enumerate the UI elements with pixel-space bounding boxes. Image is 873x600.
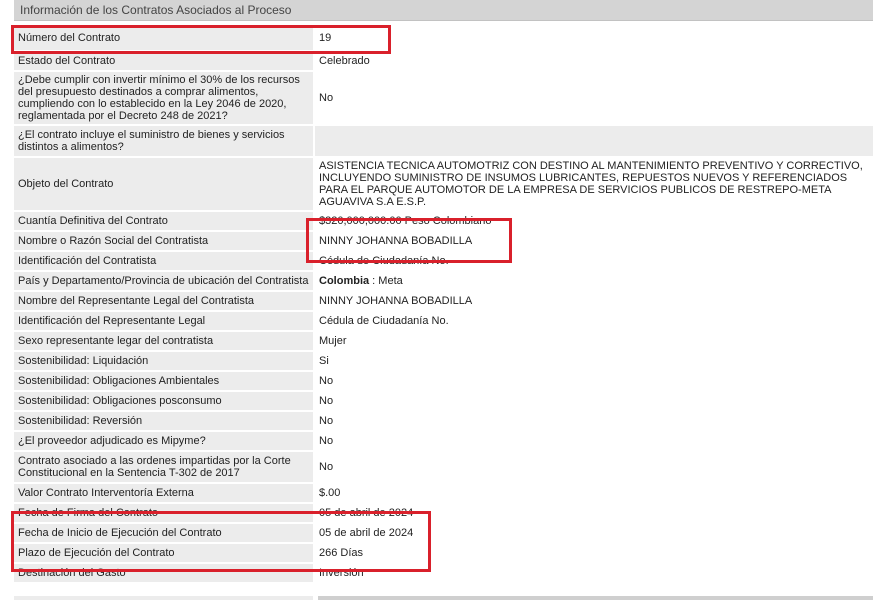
value-contractor-id: Cédula de Ciudadanía No.: [315, 252, 873, 270]
row-contract-number: Número del Contrato 19: [14, 26, 873, 50]
contract-info-table: Número del Contrato 19 Estado del Contra…: [14, 26, 873, 584]
label-contract-object: Objeto del Contrato: [14, 158, 313, 210]
value-start-date: 05 de abril de 2024: [315, 524, 873, 542]
row-contractor-id: Identificación del Contratista Cédula de…: [14, 252, 873, 270]
label-contractor-location: País y Departamento/Provincia de ubicaci…: [14, 272, 313, 290]
next-row-value-edge: [318, 596, 873, 600]
row-legal-rep-id: Identificación del Representante Legal C…: [14, 312, 873, 330]
row-contract-object: Objeto del Contrato ASISTENCIA TECNICA A…: [14, 158, 873, 210]
value-sust-reversion: No: [315, 412, 873, 430]
value-contractor-location: Colombia : Meta: [315, 272, 873, 290]
row-contractor-location: País y Departamento/Provincia de ubicaci…: [14, 272, 873, 290]
label-court-orders: Contrato asociado a las ordenes impartid…: [14, 452, 313, 482]
row-court-orders: Contrato asociado a las ordenes impartid…: [14, 452, 873, 482]
row-contractor-name: Nombre o Razón Social del Contratista NI…: [14, 232, 873, 250]
label-contractor-name: Nombre o Razón Social del Contratista: [14, 232, 313, 250]
label-legal-rep-id: Identificación del Representante Legal: [14, 312, 313, 330]
row-legal-rep-name: Nombre del Representante Legal del Contr…: [14, 292, 873, 310]
label-legal-rep-sex: Sexo representante legar del contratista: [14, 332, 313, 350]
label-contract-number: Número del Contrato: [14, 26, 313, 50]
row-sust-reversion: Sostenibilidad: Reversión No: [14, 412, 873, 430]
value-contract-status: Celebrado: [315, 52, 873, 70]
row-signing-date: Fecha de Firma del Contrato 05 de abril …: [14, 504, 873, 522]
value-court-orders: No: [315, 452, 873, 482]
label-contract-amount: Cuantía Definitiva del Contrato: [14, 212, 313, 230]
location-region: : Meta: [369, 275, 403, 287]
location-country: Colombia: [319, 275, 370, 287]
value-food-investment: No: [315, 72, 873, 124]
value-sust-liquidation: Si: [315, 352, 873, 370]
value-signing-date: 05 de abril de 2024: [315, 504, 873, 522]
label-contractor-id: Identificación del Contratista: [14, 252, 313, 270]
row-expense-destination: Destinación del Gasto Inversión: [14, 564, 873, 582]
label-external-audit-value: Valor Contrato Interventoría Externa: [14, 484, 313, 502]
label-sust-reversion: Sostenibilidad: Reversión: [14, 412, 313, 430]
section-title: Información de los Contratos Asociados a…: [14, 0, 873, 21]
value-legal-rep-sex: Mujer: [315, 332, 873, 350]
row-mipyme: ¿El proveedor adjudicado es Mipyme? No: [14, 432, 873, 450]
label-signing-date: Fecha de Firma del Contrato: [14, 504, 313, 522]
row-execution-term: Plazo de Ejecución del Contrato 266 Días: [14, 544, 873, 562]
label-legal-rep-name: Nombre del Representante Legal del Contr…: [14, 292, 313, 310]
row-sust-liquidation: Sostenibilidad: Liquidación Si: [14, 352, 873, 370]
value-execution-term: 266 Días: [315, 544, 873, 562]
row-food-investment: ¿Debe cumplir con invertir mínimo el 30%…: [14, 72, 873, 124]
label-contract-status: Estado del Contrato: [14, 52, 313, 70]
label-start-date: Fecha de Inicio de Ejecución del Contrat…: [14, 524, 313, 542]
value-contractor-name: NINNY JOHANNA BOBADILLA: [315, 232, 873, 250]
row-other-supplies: ¿El contrato incluye el suministro de bi…: [14, 126, 873, 156]
value-mipyme: No: [315, 432, 873, 450]
value-contract-amount: $320,000,000.00 Peso Colombiano: [315, 212, 873, 230]
row-legal-rep-sex: Sexo representante legar del contratista…: [14, 332, 873, 350]
label-expense-destination: Destinación del Gasto: [14, 564, 313, 582]
row-start-date: Fecha de Inicio de Ejecución del Contrat…: [14, 524, 873, 542]
value-other-supplies: [315, 126, 873, 156]
row-sust-environmental: Sostenibilidad: Obligaciones Ambientales…: [14, 372, 873, 390]
label-mipyme: ¿El proveedor adjudicado es Mipyme?: [14, 432, 313, 450]
value-contract-number: 19: [315, 26, 873, 50]
label-sust-liquidation: Sostenibilidad: Liquidación: [14, 352, 313, 370]
label-food-investment: ¿Debe cumplir con invertir mínimo el 30%…: [14, 72, 313, 124]
row-external-audit-value: Valor Contrato Interventoría Externa $.0…: [14, 484, 873, 502]
label-execution-term: Plazo de Ejecución del Contrato: [14, 544, 313, 562]
value-contract-object: ASISTENCIA TECNICA AUTOMOTRIZ CON DESTIN…: [315, 158, 873, 210]
row-contract-amount: Cuantía Definitiva del Contrato $320,000…: [14, 212, 873, 230]
label-sust-environmental: Sostenibilidad: Obligaciones Ambientales: [14, 372, 313, 390]
row-sust-postconsumption: Sostenibilidad: Obligaciones posconsumo …: [14, 392, 873, 410]
value-sust-postconsumption: No: [315, 392, 873, 410]
label-other-supplies: ¿El contrato incluye el suministro de bi…: [14, 126, 313, 156]
value-legal-rep-id: Cédula de Ciudadanía No.: [315, 312, 873, 330]
row-contract-status: Estado del Contrato Celebrado: [14, 52, 873, 70]
value-sust-environmental: No: [315, 372, 873, 390]
label-sust-postconsumption: Sostenibilidad: Obligaciones posconsumo: [14, 392, 313, 410]
value-external-audit-value: $.00: [315, 484, 873, 502]
value-expense-destination: Inversión: [315, 564, 873, 582]
next-row-label-edge: [14, 596, 313, 600]
value-legal-rep-name: NINNY JOHANNA BOBADILLA: [315, 292, 873, 310]
